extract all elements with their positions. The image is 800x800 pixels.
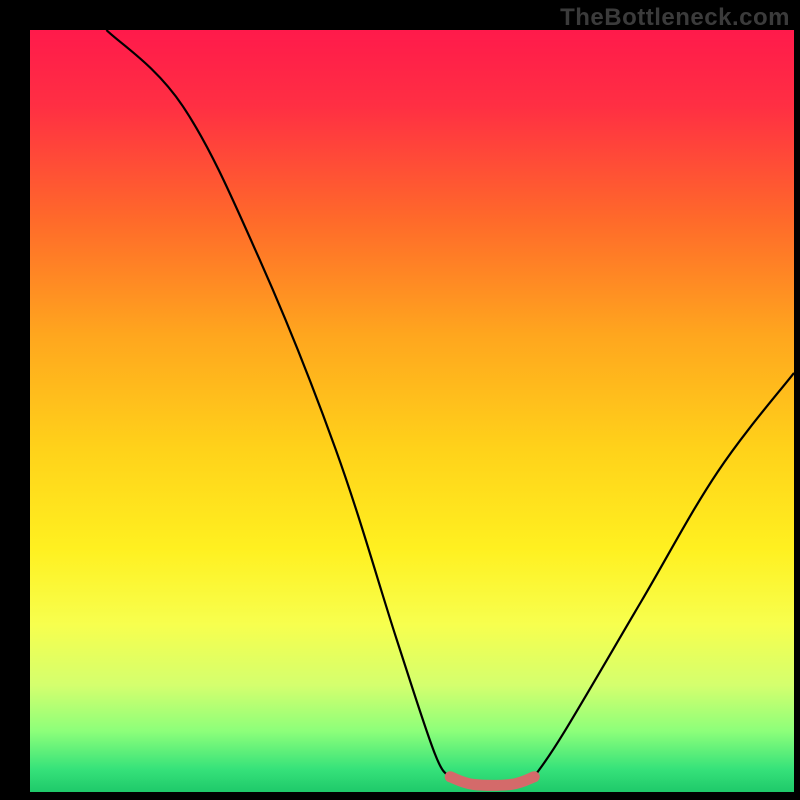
watermark-text: TheBottleneck.com [560,4,790,32]
chart-frame: TheBottleneck.com [0,0,800,800]
plot-background [30,30,794,792]
bottleneck-chart [0,0,800,800]
